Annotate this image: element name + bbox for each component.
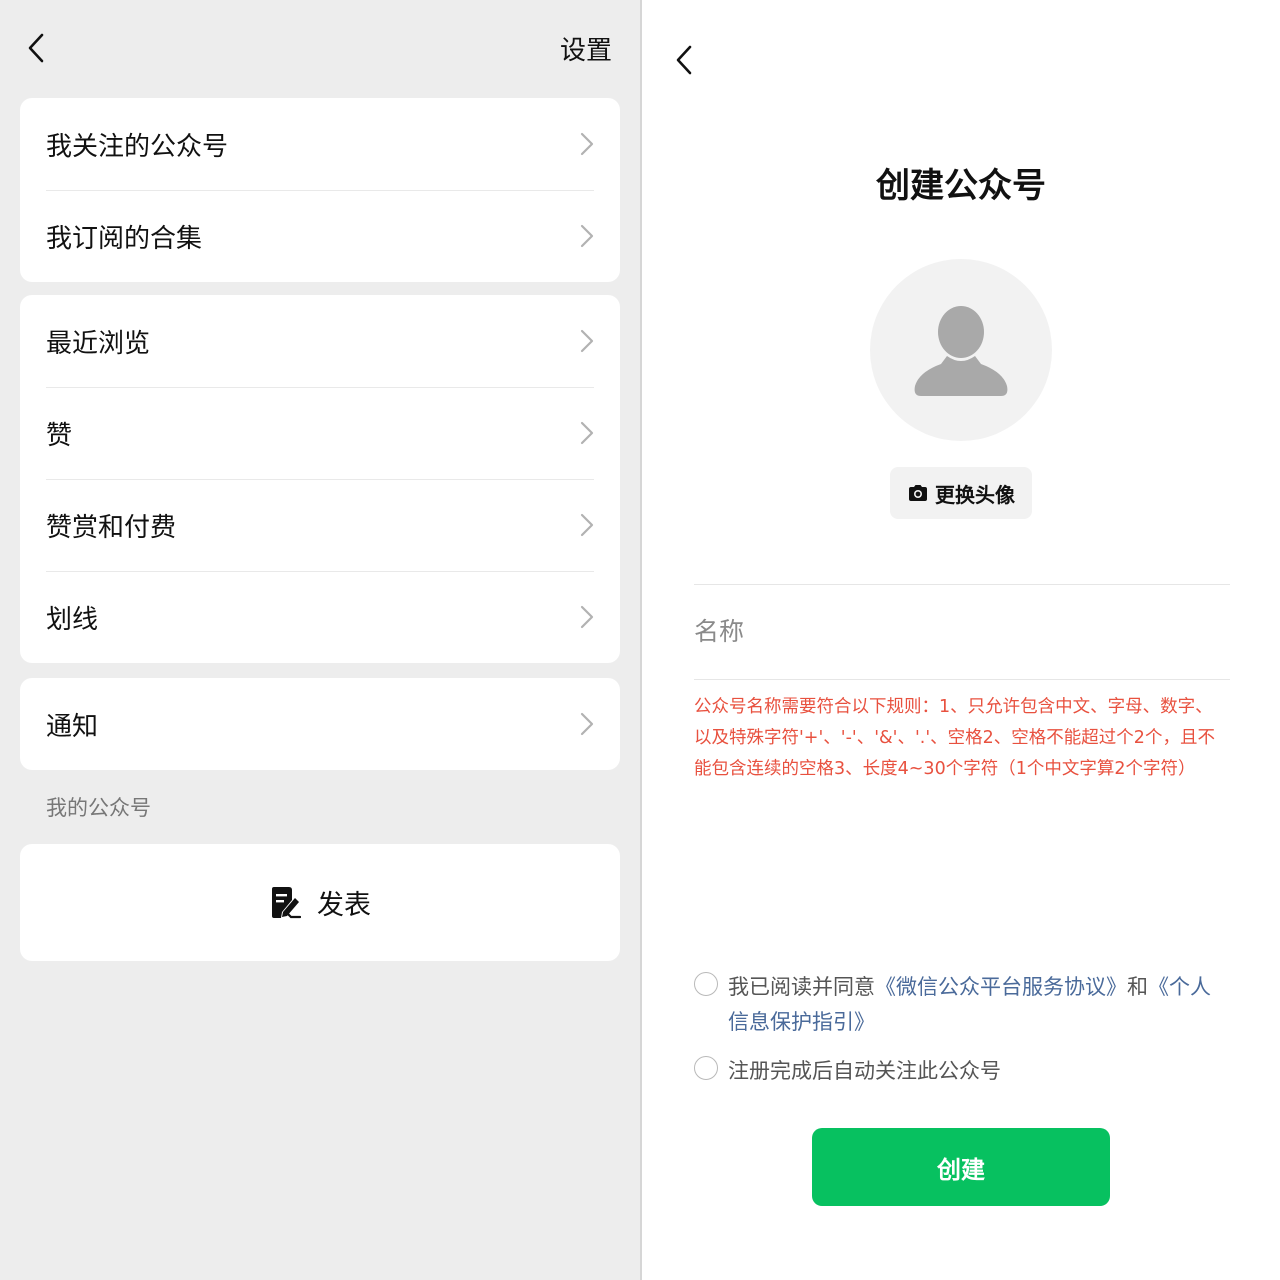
right-panel: 创建公众号 更换头像 公众号名称需要符合以下规则：1、只允许包含中文、字母、数字… bbox=[642, 0, 1280, 1280]
create-button[interactable]: 创建 bbox=[812, 1128, 1110, 1206]
menu-item-followed-accounts[interactable]: 我关注的公众号 bbox=[20, 98, 620, 190]
menu-card-activity: 最近浏览 赞 赞赏和付费 划线 bbox=[20, 295, 620, 663]
my-accounts-section-label: 我的公众号 bbox=[46, 796, 151, 820]
chevron-right-icon bbox=[580, 421, 594, 445]
menu-item-label: 赞赏和付费 bbox=[46, 512, 177, 543]
menu-item-rewards-payments[interactable]: 赞赏和付费 bbox=[20, 479, 620, 571]
menu-item-subscribed-collections[interactable]: 我订阅的合集 bbox=[20, 190, 620, 282]
back-button[interactable] bbox=[16, 28, 56, 68]
left-panel: 设置 我关注的公众号 我订阅的合集 最近浏览 赞 赞赏和付费 划线 通知 我的公… bbox=[0, 0, 640, 1280]
publish-content: 发表 bbox=[269, 883, 371, 922]
menu-item-recent[interactable]: 最近浏览 bbox=[20, 295, 620, 387]
menu-item-label: 划线 bbox=[46, 604, 99, 635]
chevron-right-icon bbox=[580, 605, 594, 629]
avatar[interactable] bbox=[870, 259, 1052, 441]
auto-follow-radio[interactable] bbox=[694, 1056, 718, 1080]
chevron-right-icon bbox=[580, 513, 594, 537]
service-agreement-link[interactable]: 《微信公众平台服务协议》 bbox=[875, 975, 1127, 999]
menu-item-likes[interactable]: 赞 bbox=[20, 387, 620, 479]
user-silhouette-icon bbox=[914, 306, 1008, 396]
menu-item-label: 我订阅的合集 bbox=[46, 223, 203, 254]
menu-item-label: 我关注的公众号 bbox=[46, 131, 229, 162]
auto-follow-row: 注册完成后自动关注此公众号 bbox=[694, 1054, 1216, 1089]
name-input[interactable] bbox=[694, 598, 1230, 664]
publish-label: 发表 bbox=[317, 890, 371, 921]
change-avatar-button[interactable]: 更换头像 bbox=[890, 467, 1032, 519]
back-button[interactable] bbox=[664, 40, 704, 80]
menu-item-label: 通知 bbox=[46, 711, 99, 742]
page-title: 创建公众号 bbox=[876, 166, 1046, 206]
agreement-row: 我已阅读并同意《微信公众平台服务协议》和《个人信息保护指引》 bbox=[694, 970, 1216, 1040]
auto-follow-text: 注册完成后自动关注此公众号 bbox=[728, 1059, 1001, 1083]
menu-item-notifications[interactable]: 通知 bbox=[20, 678, 620, 770]
camera-icon bbox=[909, 485, 927, 501]
edit-note-icon bbox=[272, 886, 301, 918]
name-rules-text: 公众号名称需要符合以下规则：1、只允许包含中文、字母、数字、以及特殊字符'+'、… bbox=[694, 697, 1215, 779]
divider bbox=[694, 584, 1230, 585]
chevron-right-icon bbox=[580, 132, 594, 156]
menu-item-label: 赞 bbox=[46, 420, 73, 451]
divider bbox=[694, 679, 1230, 680]
menu-card-notify: 通知 bbox=[20, 678, 620, 770]
agreement-text: 我已阅读并同意《微信公众平台服务协议》和《个人信息保护指引》 bbox=[728, 970, 1216, 1040]
menu-item-highlights[interactable]: 划线 bbox=[20, 571, 620, 663]
menu-card-follow: 我关注的公众号 我订阅的合集 bbox=[20, 98, 620, 282]
agreement-middle: 和 bbox=[1127, 975, 1148, 999]
menu-item-label: 最近浏览 bbox=[46, 328, 151, 359]
chevron-left-icon bbox=[28, 33, 44, 63]
chevron-right-icon bbox=[580, 712, 594, 736]
publish-button[interactable]: 发表 bbox=[20, 844, 620, 961]
chevron-right-icon bbox=[580, 224, 594, 248]
agreement-prefix: 我已阅读并同意 bbox=[728, 975, 875, 999]
agreement-radio[interactable] bbox=[694, 972, 718, 996]
chevron-left-icon bbox=[676, 45, 692, 75]
settings-link[interactable]: 设置 bbox=[560, 30, 612, 67]
chevron-right-icon bbox=[580, 329, 594, 353]
change-avatar-label: 更换头像 bbox=[935, 482, 1015, 507]
